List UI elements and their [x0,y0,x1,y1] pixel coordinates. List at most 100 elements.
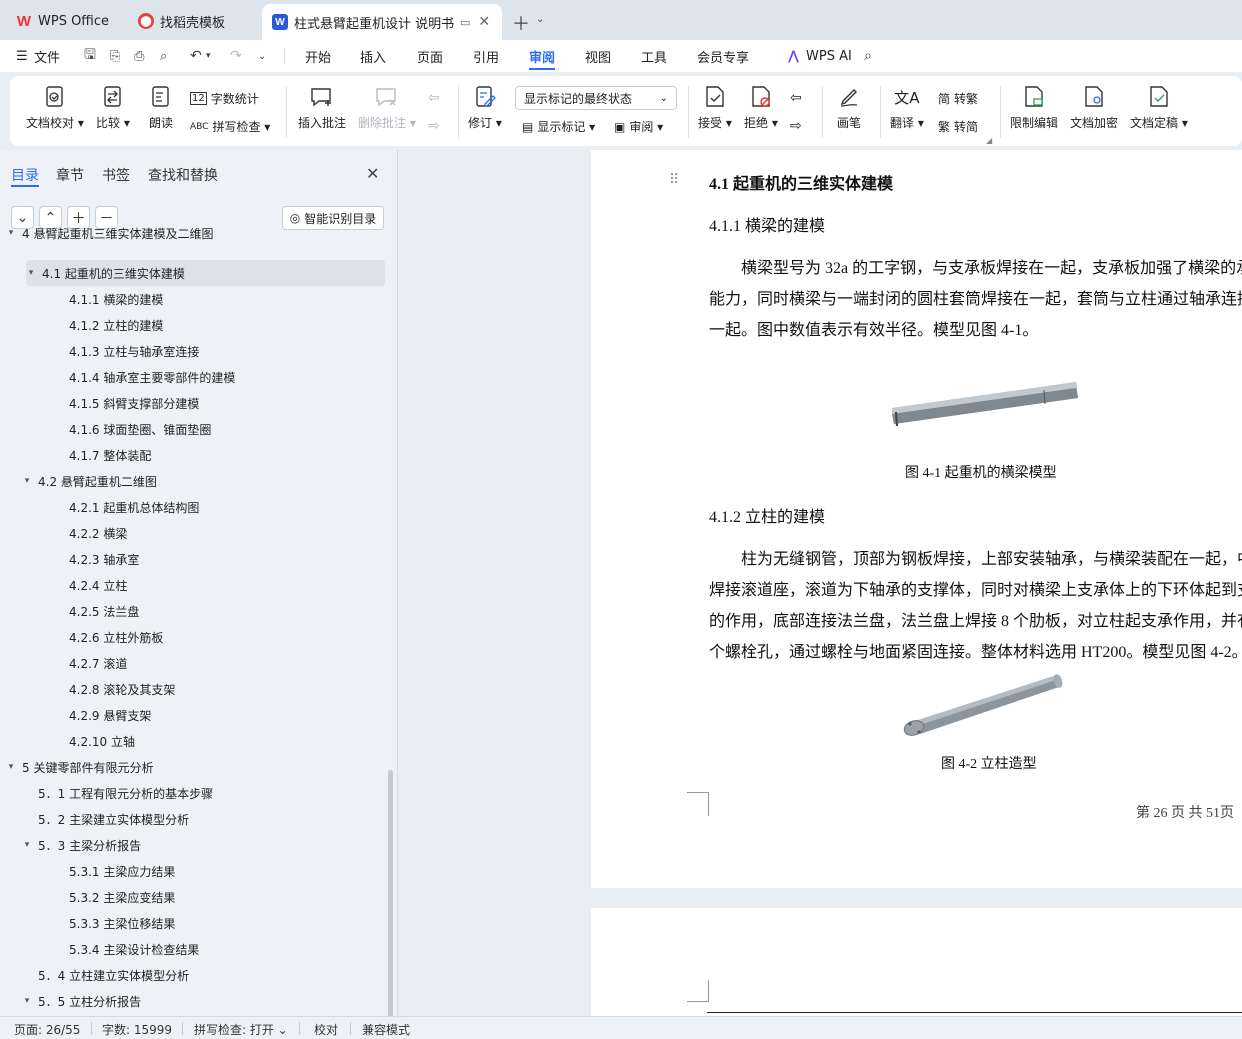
toc-item[interactable]: ▾ 5 关键零部件有限元分析 [0,754,386,780]
tab-wps-office[interactable]: W WPS Office [6,6,122,36]
tab-chapter[interactable]: 章节 [56,165,84,185]
restrict-edit-button[interactable]: 限制编辑 [1010,84,1058,131]
expand-caret-icon[interactable]: ▾ [26,268,36,278]
toc-item[interactable]: 5．4 立柱建立实体模型分析 [0,962,386,988]
menu-member[interactable]: 会员专享 [697,47,749,66]
toc-item[interactable]: 4.1.3 立柱与轴承室连接 [0,338,386,364]
doc-check-button[interactable]: 文档校对 ▾ [26,84,84,131]
tab-find-replace[interactable]: 查找和替换 [148,165,218,185]
toc-item[interactable]: 4.2.2 横梁 [0,520,386,546]
word-count-button[interactable]: 12 字数统计 [190,90,259,107]
prev-comment-icon[interactable]: ⇦ [428,90,440,106]
read-aloud-button[interactable]: 朗读 [148,84,174,131]
pen-button[interactable]: 画笔 [836,84,862,131]
menu-insert[interactable]: 插入 [360,47,386,66]
print-preview-icon[interactable]: ⌕ [160,49,167,64]
prev-change-icon[interactable]: ⇦ [790,90,802,106]
menu-icon[interactable]: ☰ [16,49,28,64]
toc-item[interactable]: 4.2.10 立轴 [0,728,386,754]
menu-tools[interactable]: 工具 [641,47,667,66]
toc-item[interactable]: 4.2.6 立柱外筋板 [0,624,386,650]
toc-item[interactable]: 5.3.2 主梁应变结果 [0,884,386,910]
finalize-button[interactable]: 文档定稿 ▾ [1130,84,1188,131]
status-proofread[interactable]: 校对 [314,1021,338,1038]
menu-file[interactable]: 文件 [34,47,60,66]
compare-button[interactable]: 比较 ▾ [96,84,130,131]
toc-item[interactable]: 5．2 主梁建立实体模型分析 [0,806,386,832]
tab-toc[interactable]: 目录 [11,165,39,185]
tab-document[interactable]: W 柱式悬臂起重机设计 说明书（ ▭ ✕ [262,4,502,40]
toc-item[interactable]: 5.3.4 主梁设计检查结果 [0,936,386,962]
show-markup-button[interactable]: ▤ 显示标记 ▾ [522,118,595,135]
toc-item[interactable]: 4.1.2 立柱的建模 [0,312,386,338]
encrypt-button[interactable]: 文档加密 [1070,84,1118,131]
menu-page[interactable]: 页面 [417,47,443,66]
menu-review[interactable]: 审阅 [529,47,555,66]
redo-icon[interactable]: ↷ [230,48,242,64]
to-traditional-button[interactable]: 简转繁 [938,90,978,107]
expand-caret-icon[interactable]: ▾ [22,840,32,850]
to-simplified-button[interactable]: 繁转简 [938,118,978,135]
status-page[interactable]: 页面: 26/55 [14,1021,80,1038]
tab-bookmark[interactable]: 书签 [102,165,130,185]
toc-item[interactable]: 4.1.1 横梁的建模 [0,286,386,312]
toc-item[interactable]: 4.2.9 悬臂支架 [0,702,386,728]
save-icon[interactable]: 🖫 [84,44,96,68]
print-icon[interactable]: ⎙ [134,49,144,64]
review-pane-button[interactable]: ▣ 审阅 ▾ [614,118,663,135]
next-change-icon[interactable]: ⇨ [790,118,802,134]
toc-item[interactable]: 4.1.6 球面垫圈、锥面垫圈 [0,416,386,442]
toc-item[interactable]: ▾ 4.2 悬臂起重机二维图 [0,468,386,494]
toc-item[interactable]: ▾ 5．3 主梁分析报告 [0,832,386,858]
status-word-count[interactable]: 字数: 15999 [102,1021,172,1038]
insert-comment-button[interactable]: 插入批注 [298,84,346,131]
toc-item[interactable]: 4.2.3 轴承室 [0,546,386,572]
close-pane-icon[interactable]: ✕ [366,164,379,183]
screen-icon[interactable]: ▭ [460,16,470,29]
share-icon[interactable]: ⎘ [110,49,120,64]
accept-button[interactable]: 接受 ▾ [698,84,732,131]
more-chevron-icon[interactable]: ⌄ [258,51,266,62]
expand-caret-icon[interactable]: ▾ [22,476,32,486]
expand-caret-icon[interactable]: ▾ [6,228,16,238]
undo-chevron-icon[interactable]: ▾ [206,51,211,61]
toc-item[interactable]: 4.2.8 滚轮及其支架 [0,676,386,702]
toc-item[interactable]: ▾ 4 悬臂起重机三维实体建模及二维图 [0,220,386,246]
drag-handle-icon[interactable]: ⠿ [669,172,679,188]
spell-check-button[interactable]: ABC 拼写检查 ▾ [190,118,270,135]
toc-item[interactable]: 4.2.5 法兰盘 [0,598,386,624]
delete-comment-button[interactable]: 删除批注 ▾ [358,84,416,131]
expand-caret-icon[interactable]: ▾ [22,996,32,1006]
expand-corner-icon[interactable]: ◢ [986,136,992,145]
next-comment-icon[interactable]: ⇨ [428,118,440,134]
undo-icon[interactable]: ↶ [190,48,202,64]
translate-button[interactable]: 文A 翻译 ▾ [890,84,924,131]
toc-item[interactable]: 4.2.7 滚道 [0,650,386,676]
wps-ai-icon[interactable]: ⋀ [788,49,799,64]
menu-wps-ai[interactable]: WPS AI [806,49,852,64]
toc-item[interactable]: 5.3.1 主梁应力结果 [0,858,386,884]
menu-reference[interactable]: 引用 [473,47,499,66]
markup-state-select[interactable]: 显示标记的最终状态 ⌄ [515,86,677,110]
tab-list-chevron-icon[interactable]: ⌄ [536,14,544,25]
toc-item[interactable]: 4.1.5 斜臂支撑部分建模 [0,390,386,416]
toc-item[interactable]: 4.1.7 整体装配 [0,442,386,468]
tab-template[interactable]: ⬤ 找稻壳模板 [128,6,258,36]
menu-home[interactable]: 开始 [305,47,331,66]
menu-view[interactable]: 视图 [585,47,611,66]
expand-caret-icon[interactable]: ▾ [6,762,16,772]
new-tab-icon[interactable]: ＋ [512,10,530,36]
toc-item[interactable]: 4.2.4 立柱 [0,572,386,598]
toc-item[interactable]: ▾ 5．5 立柱分析报告 [0,988,386,1014]
revise-button[interactable]: 修订 ▾ [468,84,502,131]
toc-item[interactable]: 5．1 工程有限元分析的基本步骤 [0,780,386,806]
toc-item[interactable]: 4.1.4 轴承室主要零部件的建模 [0,364,386,390]
search-icon[interactable]: ⌕ [864,48,872,64]
toc-item[interactable]: ▾ 4.1 起重机的三维实体建模 [26,260,385,286]
toc-item[interactable]: 5.3.3 主梁位移结果 [0,910,386,936]
close-tab-icon[interactable]: ✕ [478,14,490,30]
scrollbar[interactable] [388,770,393,1016]
status-spell-check[interactable]: 拼写检查: 打开 ⌄ [194,1021,288,1038]
toc-item[interactable]: 4.2.1 起重机总体结构图 [0,494,386,520]
reject-button[interactable]: 拒绝 ▾ [744,84,778,131]
